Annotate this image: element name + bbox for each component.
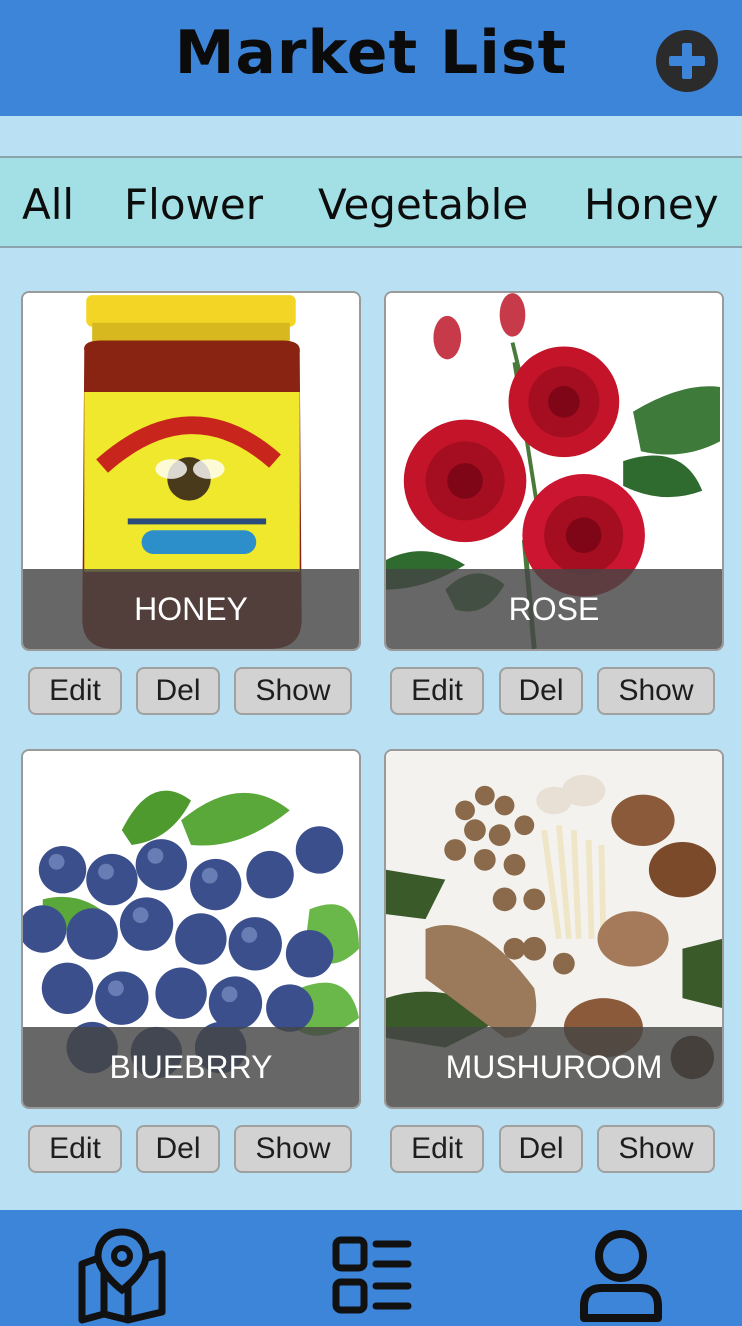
map-pin-icon[interactable] bbox=[74, 1228, 170, 1324]
product-card-rose[interactable]: ROSE bbox=[384, 291, 724, 651]
tab-all[interactable]: All bbox=[22, 180, 74, 229]
category-tabs: All Flower Vegetable Honey bbox=[0, 156, 742, 248]
page-title: Market List bbox=[174, 18, 568, 88]
delete-button[interactable]: Del bbox=[499, 1125, 583, 1173]
show-button[interactable]: Show bbox=[597, 1125, 715, 1173]
tab-flower[interactable]: Flower bbox=[124, 180, 263, 229]
product-name: ROSE bbox=[386, 569, 722, 649]
product-card-blueberry[interactable]: BIUEBRRY bbox=[21, 749, 361, 1109]
list-icon[interactable] bbox=[330, 1234, 414, 1318]
show-button[interactable]: Show bbox=[234, 667, 352, 715]
product-card-honey[interactable]: HONEY bbox=[21, 291, 361, 651]
app-header: Market List bbox=[0, 0, 742, 116]
show-button[interactable]: Show bbox=[234, 1125, 352, 1173]
tab-honey[interactable]: Honey bbox=[584, 180, 719, 229]
delete-button[interactable]: Del bbox=[136, 667, 220, 715]
bottom-nav-bar bbox=[0, 1210, 742, 1326]
product-card-mushroom[interactable]: MUSHUROOM bbox=[384, 749, 724, 1109]
product-name: MUSHUROOM bbox=[386, 1027, 722, 1107]
user-icon[interactable] bbox=[578, 1228, 664, 1324]
product-name: HONEY bbox=[23, 569, 359, 649]
delete-button[interactable]: Del bbox=[136, 1125, 220, 1173]
add-item-button[interactable] bbox=[656, 30, 718, 92]
delete-button[interactable]: Del bbox=[499, 667, 583, 715]
show-button[interactable]: Show bbox=[597, 667, 715, 715]
edit-button[interactable]: Edit bbox=[390, 667, 484, 715]
edit-button[interactable]: Edit bbox=[28, 1125, 122, 1173]
edit-button[interactable]: Edit bbox=[390, 1125, 484, 1173]
tab-vegetable[interactable]: Vegetable bbox=[318, 180, 528, 229]
product-name: BIUEBRRY bbox=[23, 1027, 359, 1107]
edit-button[interactable]: Edit bbox=[28, 667, 122, 715]
